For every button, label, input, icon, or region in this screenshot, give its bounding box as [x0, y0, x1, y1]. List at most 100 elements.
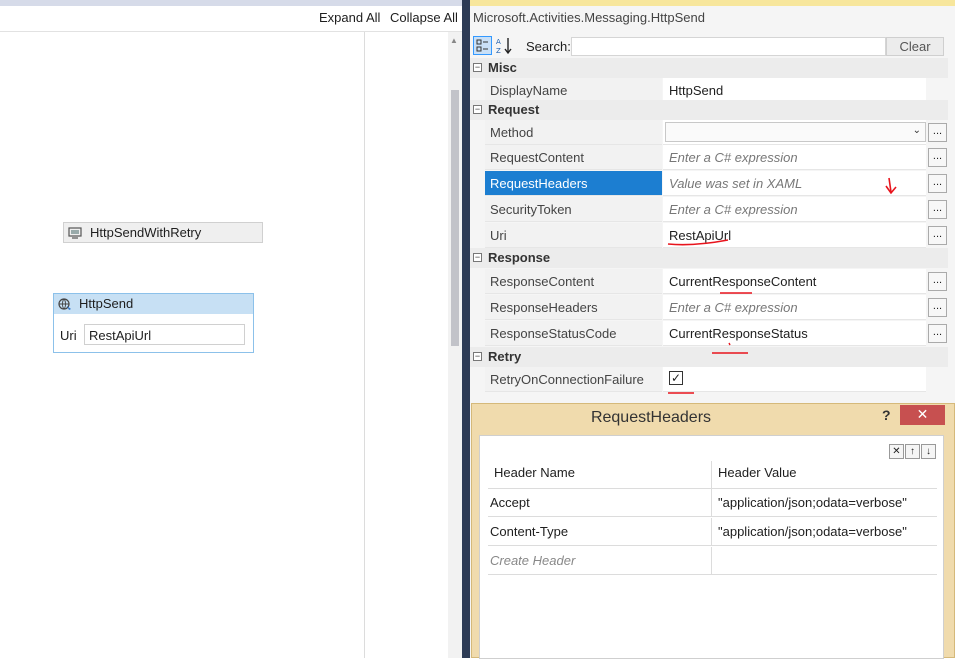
expand-all-link[interactable]: Expand All — [319, 10, 380, 25]
properties-title-strip — [470, 0, 955, 6]
selected-type-name: Microsoft.Activities.Messaging.HttpSend — [473, 10, 705, 25]
collapse-toggle-icon[interactable]: − — [473, 253, 482, 262]
activity-title: HttpSendWithRetry — [90, 225, 202, 240]
property-row-responsecontent[interactable]: ResponseContent CurrentResponseContent .… — [485, 269, 948, 295]
uri-input[interactable]: RestApiUrl — [84, 324, 245, 345]
method-dropdown[interactable]: ⌄ — [665, 122, 926, 142]
property-value-input[interactable]: RestApiUrl — [663, 223, 926, 248]
property-row-uri[interactable]: Uri RestApiUrl ... — [485, 223, 948, 249]
categorized-icon — [476, 39, 488, 52]
category-misc[interactable]: − Misc — [470, 58, 948, 78]
property-row-method[interactable]: Method ⌄ ... — [485, 120, 948, 146]
property-name: Method — [485, 120, 662, 145]
ellipsis-button[interactable]: ... — [928, 272, 947, 291]
category-retry[interactable]: − Retry — [470, 347, 948, 367]
property-name: ResponseContent — [485, 269, 662, 294]
create-header-row[interactable]: Create Header — [488, 547, 937, 575]
dialog-title: RequestHeaders — [590, 409, 712, 426]
canvas-divider — [364, 32, 365, 658]
properties-toolbar: A Z Search: Clear — [470, 34, 955, 58]
activity-httpsend[interactable]: HttpSend Uri RestApiUrl — [53, 293, 254, 353]
uri-label: Uri — [60, 328, 77, 343]
svg-text:Z: Z — [496, 47, 501, 55]
category-name: Request — [488, 102, 540, 117]
property-value-input[interactable]: CurrentResponseContent — [663, 269, 926, 294]
property-value-input[interactable]: Value was set in XAML — [663, 171, 926, 196]
designer-vertical-scrollbar[interactable]: ▲ — [448, 32, 462, 658]
column-header-value[interactable]: Header Value — [712, 461, 937, 489]
category-response[interactable]: − Response — [470, 248, 948, 268]
collapse-all-link[interactable]: Collapse All — [390, 10, 458, 25]
search-label: Search: — [526, 39, 571, 54]
chevron-down-icon: ⌄ — [912, 125, 921, 136]
requestheaders-dialog: RequestHeaders ? ✕ ✕ ↑ ↓ Header Name Hea… — [471, 403, 955, 659]
activity-box-icon — [68, 227, 82, 239]
category-name: Misc — [488, 60, 517, 75]
grid-toolbar: ✕ ↑ ↓ — [889, 444, 937, 460]
ellipsis-button[interactable]: ... — [928, 123, 947, 142]
create-header-cell[interactable]: Create Header — [488, 547, 712, 575]
property-name: ResponseStatusCode — [485, 321, 662, 346]
activity-header[interactable]: HttpSend — [54, 294, 253, 314]
property-row-securitytoken[interactable]: SecurityToken Enter a C# expression ... — [485, 197, 948, 223]
empty-value-cell[interactable] — [712, 547, 937, 575]
ellipsis-button[interactable]: ... — [928, 148, 947, 167]
category-request[interactable]: − Request — [470, 100, 948, 120]
collapse-toggle-icon[interactable]: − — [473, 63, 482, 72]
property-value-input[interactable]: Enter a C# expression — [663, 145, 926, 170]
svg-text:A: A — [496, 38, 501, 46]
collapse-toggle-icon[interactable]: − — [473, 352, 482, 361]
property-value-input[interactable]: Enter a C# expression — [663, 197, 926, 222]
panel-splitter[interactable] — [462, 0, 470, 658]
property-row-requestheaders[interactable]: RequestHeaders Value was set in XAML ... — [485, 171, 948, 197]
property-row-retryonconnectionfailure[interactable]: RetryOnConnectionFailure ✓ — [485, 367, 948, 393]
property-name: Uri — [485, 223, 662, 248]
property-value-input[interactable]: Enter a C# expression — [663, 295, 926, 320]
property-value-input[interactable]: CurrentResponseStatus — [663, 321, 926, 346]
ellipsis-button[interactable]: ... — [928, 200, 947, 219]
activity-title: HttpSend — [79, 296, 134, 311]
category-name: Retry — [488, 349, 522, 364]
property-row-requestcontent[interactable]: RequestContent Enter a C# expression ... — [485, 145, 948, 171]
ellipsis-button[interactable]: ... — [928, 324, 947, 343]
property-search-input[interactable] — [571, 37, 886, 56]
property-name: ResponseHeaders — [485, 295, 662, 320]
property-name: RequestContent — [485, 145, 662, 170]
retry-checkbox[interactable]: ✓ — [669, 371, 683, 385]
ellipsis-button[interactable]: ... — [928, 174, 947, 193]
grid-header-row: Header Name Header Value — [488, 461, 937, 489]
header-value-cell[interactable]: "application/json;odata=verbose" — [712, 518, 937, 546]
ellipsis-button[interactable]: ... — [928, 298, 947, 317]
property-row-responsestatuscode[interactable]: ResponseStatusCode CurrentResponseStatus… — [485, 321, 948, 347]
property-row-responseheaders[interactable]: ResponseHeaders Enter a C# expression ..… — [485, 295, 948, 321]
ellipsis-button[interactable]: ... — [928, 226, 947, 245]
property-name: RequestHeaders — [485, 171, 662, 196]
table-row[interactable]: Content-Type "application/json;odata=ver… — [488, 518, 937, 546]
http-send-icon — [58, 298, 71, 310]
scroll-up-icon[interactable]: ▲ — [450, 36, 458, 45]
delete-row-button[interactable]: ✕ — [889, 444, 904, 459]
categorized-view-button[interactable] — [473, 36, 492, 55]
scrollbar-thumb[interactable] — [451, 90, 459, 346]
header-name-cell[interactable]: Accept — [488, 489, 712, 517]
headers-editor: ✕ ↑ ↓ Header Name Header Value Accept "a… — [479, 435, 944, 659]
sort-alphabetical-icon: A Z — [496, 38, 512, 55]
property-value-cell — [663, 367, 926, 392]
workflow-designer: Expand All Collapse All ▲ HttpSendWithRe… — [0, 0, 462, 658]
close-button[interactable]: ✕ — [900, 405, 945, 425]
help-button[interactable]: ? — [882, 407, 891, 423]
collapse-toggle-icon[interactable]: − — [473, 105, 482, 114]
category-name: Response — [488, 250, 551, 265]
clear-search-button[interactable]: Clear — [886, 37, 944, 56]
header-name-cell[interactable]: Content-Type — [488, 518, 712, 546]
alphabetical-view-button[interactable]: A Z — [495, 36, 514, 55]
move-down-button[interactable]: ↓ — [921, 444, 936, 459]
move-up-button[interactable]: ↑ — [905, 444, 920, 459]
activity-httpsendwithretry[interactable]: HttpSendWithRetry — [63, 222, 263, 243]
column-header-name[interactable]: Header Name — [488, 461, 712, 489]
table-row[interactable]: Accept "application/json;odata=verbose" — [488, 489, 937, 517]
property-name: SecurityToken — [485, 197, 662, 222]
designer-toolbar: Expand All Collapse All — [0, 6, 462, 32]
property-name: RetryOnConnectionFailure — [485, 367, 662, 392]
header-value-cell[interactable]: "application/json;odata=verbose" — [712, 489, 937, 517]
